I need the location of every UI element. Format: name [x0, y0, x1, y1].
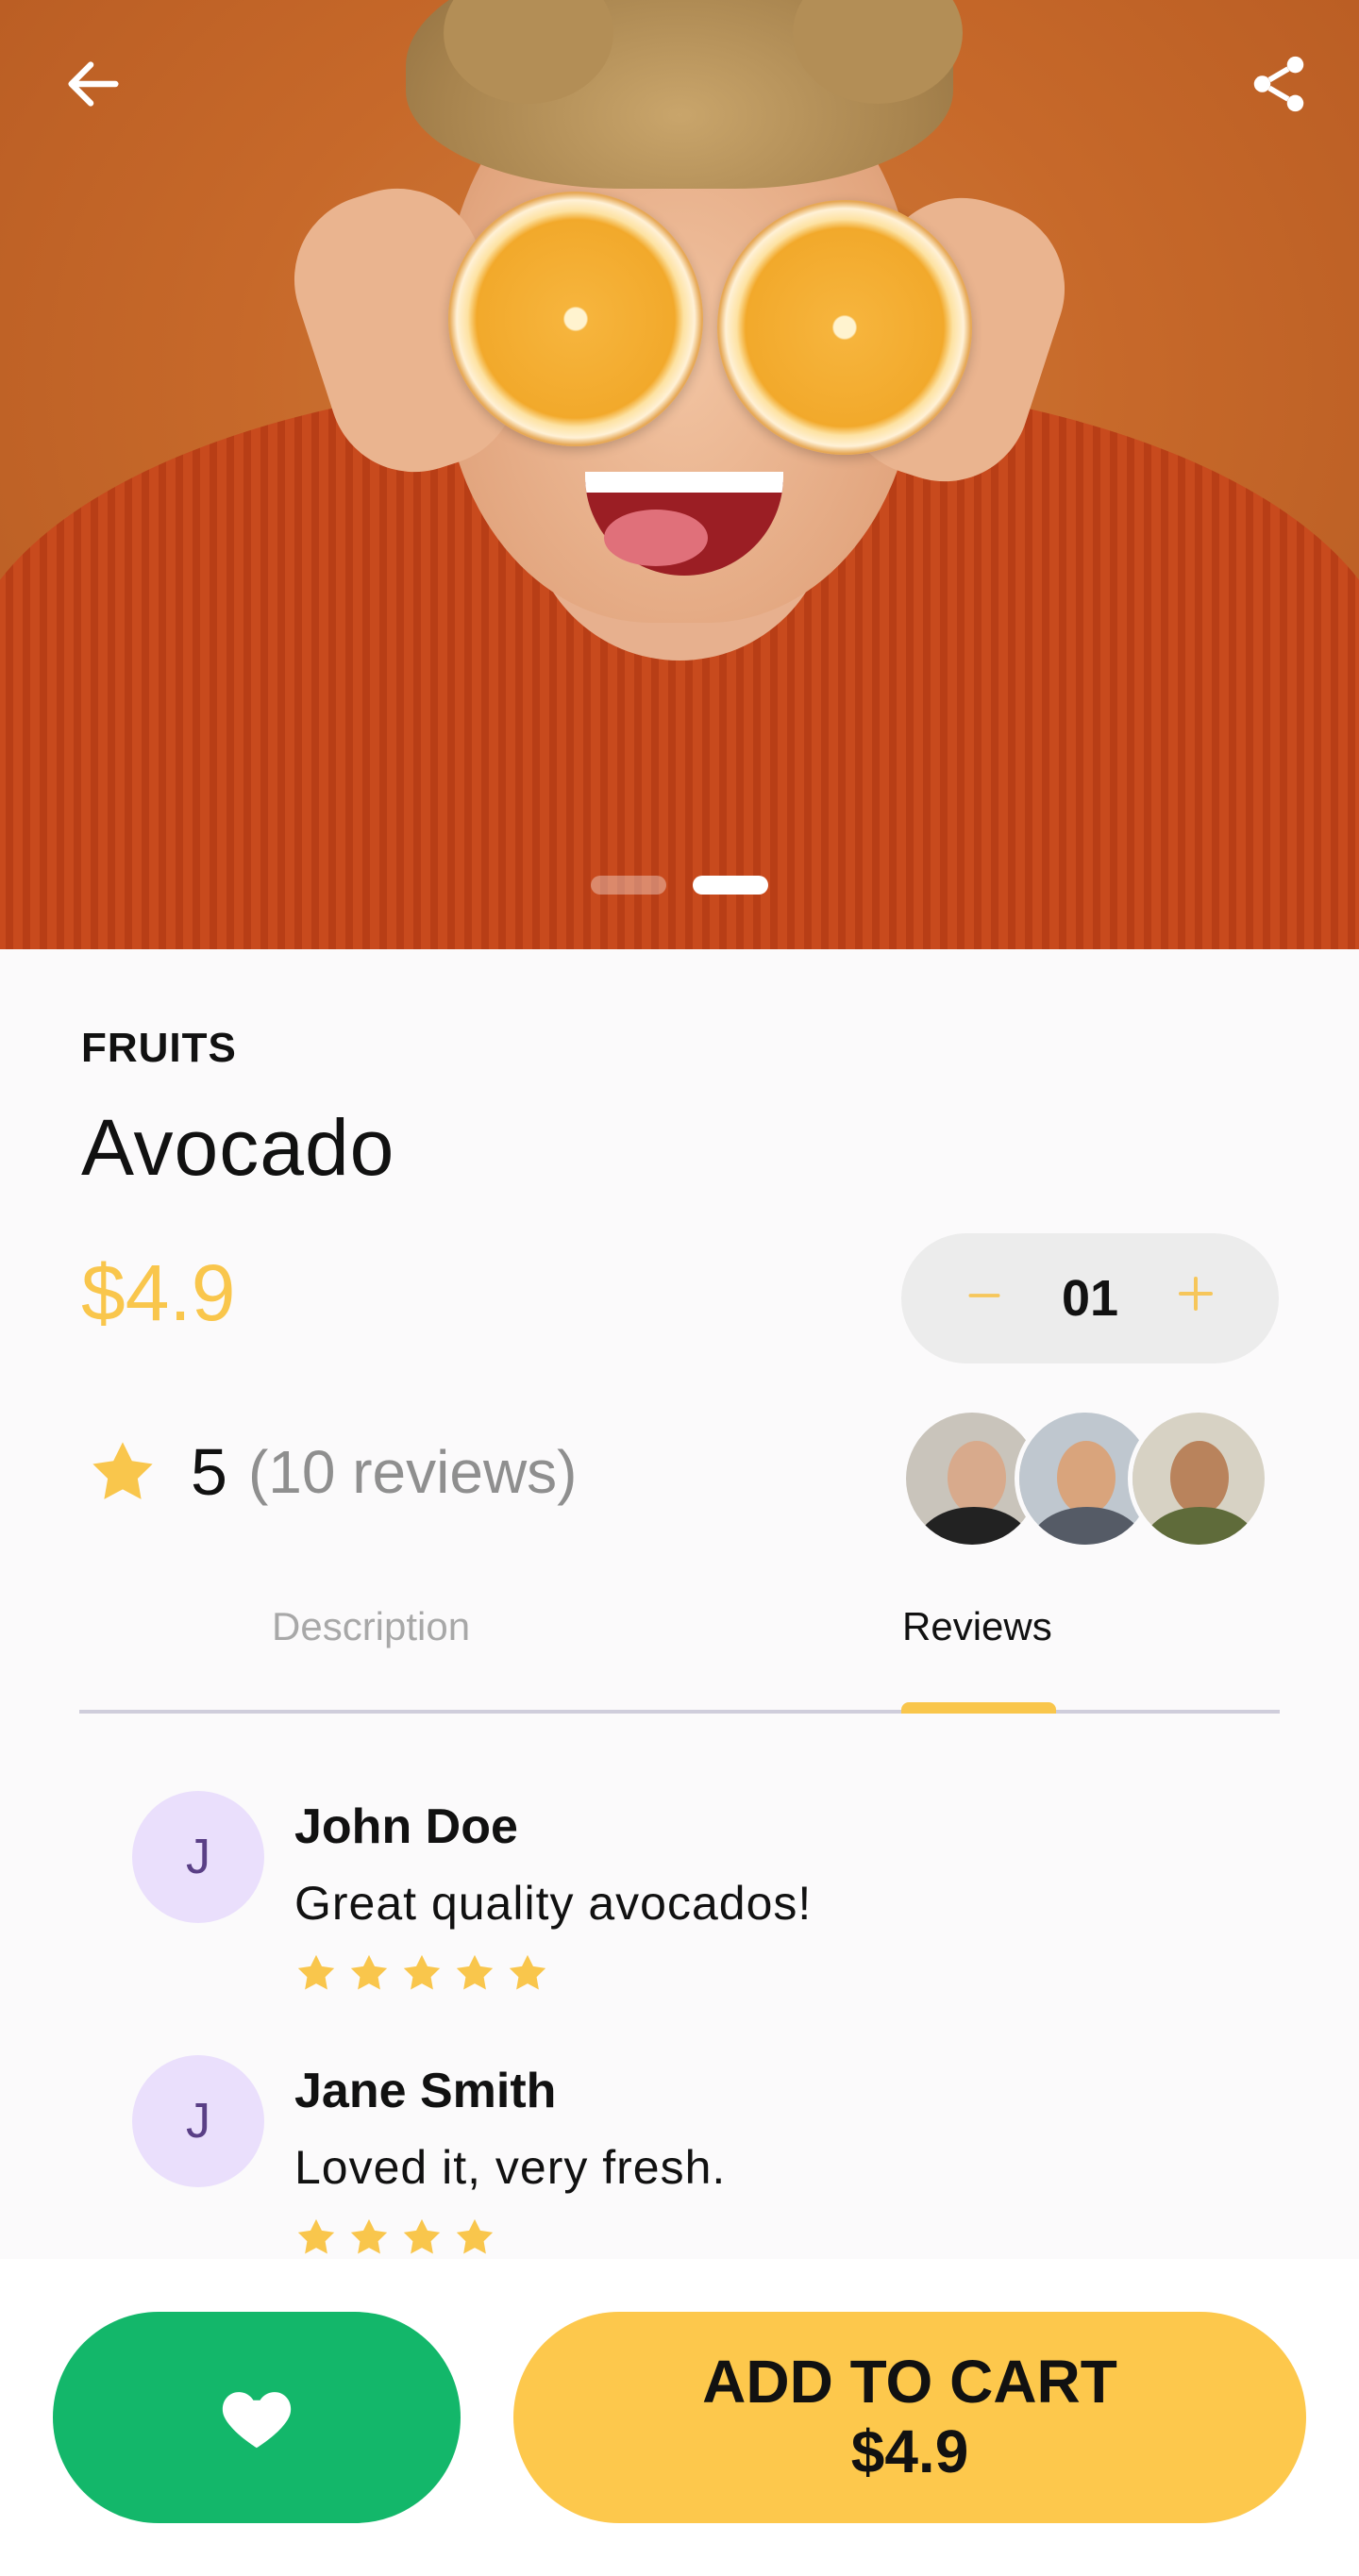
rating-value: 5 [191, 1435, 227, 1509]
reviewer-name: John Doe [294, 1799, 518, 1854]
reviewer-name: Jane Smith [294, 2064, 557, 2118]
review-text: Great quality avocados! [294, 1877, 813, 1930]
reviewer-avatar: J [132, 1791, 264, 1923]
share-icon [1253, 56, 1304, 112]
bottom-action-bar: ADD TO CART $4.9 [0, 2259, 1359, 2576]
arrow-left-icon [68, 61, 119, 107]
tab-description[interactable]: Description [272, 1604, 470, 1649]
review-stars [294, 1951, 549, 1995]
star-icon [456, 2218, 494, 2254]
image-pager [0, 876, 1359, 895]
product-price: $4.9 [81, 1248, 236, 1337]
heart-icon [222, 2392, 292, 2449]
favorite-button[interactable] [53, 2312, 461, 2523]
product-tabs: Description Reviews [79, 1595, 1280, 1714]
product-hero-image [0, 0, 1359, 949]
quantity-value: 01 [1061, 1270, 1119, 1327]
star-icon [92, 1442, 153, 1499]
star-icon [403, 2218, 441, 2254]
reviewer-avatar: J [132, 2055, 264, 2187]
review-stars [294, 2216, 496, 2259]
star-icon [456, 1954, 494, 1990]
minus-icon [968, 1294, 1000, 1297]
review-item: J Jane Smith Loved it, very fresh. [132, 2055, 1227, 2272]
product-category: FRUITS [81, 1025, 237, 1071]
reviewer-avatars[interactable] [901, 1408, 1269, 1549]
star-icon [403, 1954, 441, 1990]
tab-reviews[interactable]: Reviews [902, 1604, 1052, 1649]
add-to-cart-button[interactable]: ADD TO CART $4.9 [513, 2312, 1306, 2523]
product-name: Avocado [81, 1103, 395, 1192]
reviews-count: (10 reviews) [247, 1438, 578, 1506]
avatar [1128, 1408, 1269, 1549]
quantity-stepper: 01 [901, 1233, 1279, 1363]
product-detail-screen: FRUITS Avocado $4.9 01 5 (10 reviews) De… [0, 0, 1359, 2576]
pager-dot[interactable] [591, 876, 666, 895]
share-button[interactable] [1236, 42, 1321, 126]
plus-icon [1178, 1277, 1213, 1311]
star-icon [350, 1954, 388, 1990]
add-to-cart-label: ADD TO CART [702, 2348, 1117, 2417]
orange-half-right [717, 200, 972, 455]
add-to-cart-price: $4.9 [850, 2417, 969, 2485]
star-icon [509, 1954, 546, 1990]
active-tab-indicator [901, 1702, 1056, 1714]
pager-dot-active[interactable] [693, 876, 768, 895]
product-rating: 5 (10 reviews) [87, 1434, 577, 1510]
star-icon [297, 1954, 335, 1990]
decrease-quantity-button[interactable] [956, 1271, 1013, 1326]
review-item: J John Doe Great quality avocados! [132, 1791, 1227, 2008]
review-text: Loved it, very fresh. [294, 2141, 727, 2194]
increase-quantity-button[interactable] [1167, 1271, 1224, 1326]
star-icon [297, 2218, 335, 2254]
orange-half-left [448, 192, 703, 446]
back-button[interactable] [51, 42, 136, 126]
star-icon [350, 2218, 388, 2254]
